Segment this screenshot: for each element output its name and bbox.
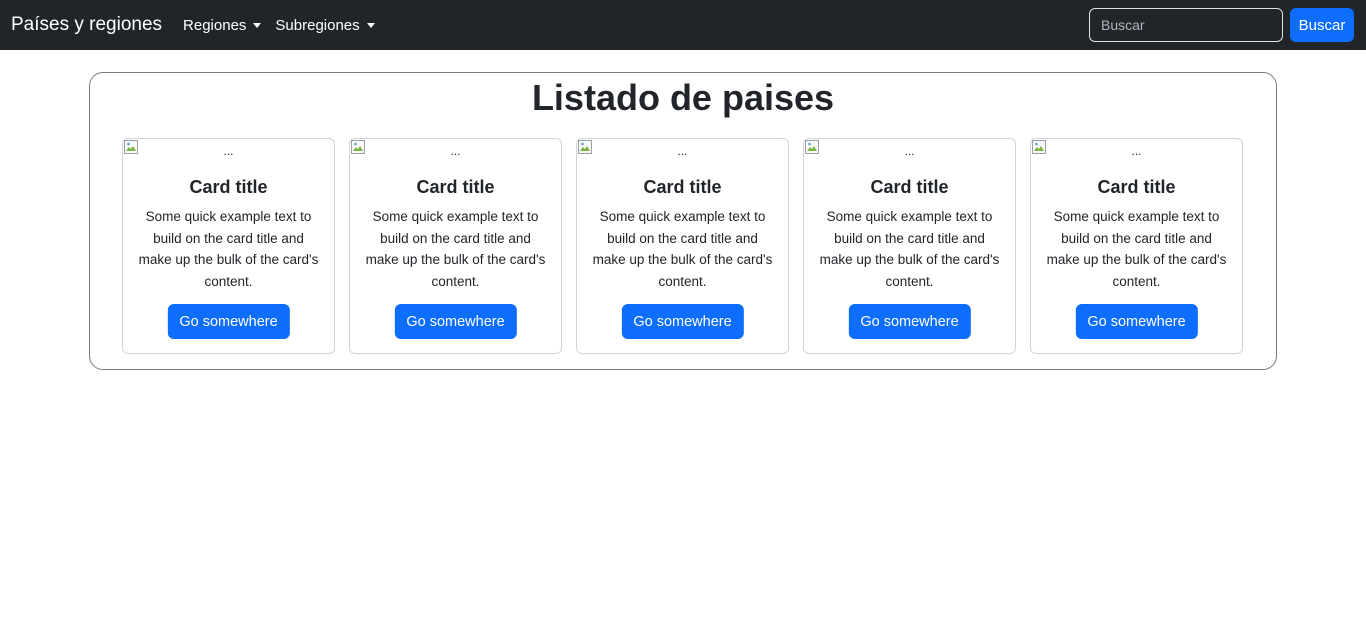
card-title: Card title [189,177,268,197]
navbar: Países y regiones Regiones Subregiones B… [0,0,1366,50]
caret-down-icon [366,22,375,28]
card-image-alt: ... [904,144,915,158]
go-somewhere-button[interactable]: Go somewhere [167,304,290,339]
page-title: Listado de paises [531,77,835,118]
card: ... Card title Some quick example text t… [122,138,335,354]
card-title: Card title [416,177,495,197]
card-text: Some quick example text to build on the … [819,209,1000,289]
card-image: ... [123,139,334,161]
go-somewhere-button[interactable]: Go somewhere [1075,304,1198,339]
card-list: ... Card title Some quick example text t… [122,138,1243,354]
card-text: Some quick example text to build on the … [592,209,773,289]
go-somewhere-button[interactable]: Go somewhere [621,304,744,339]
search-button[interactable]: Buscar [1290,8,1354,42]
card-text: Some quick example text to build on the … [365,209,546,289]
brand-link[interactable]: Países y regiones [11,14,162,36]
go-somewhere-button[interactable]: Go somewhere [394,304,517,339]
nav-dropdown-regiones[interactable]: Regiones [183,16,262,34]
nav-dropdown-subregiones[interactable]: Subregiones [275,16,375,34]
search-input[interactable] [1089,8,1283,42]
nav-dropdown-label: Subregiones [275,16,360,34]
country-list-panel: Listado de paises ... Card title Some qu… [89,72,1277,370]
card-image: ... [350,139,561,161]
card-title: Card title [1097,177,1176,197]
card: ... Card title Some quick example text t… [803,138,1016,354]
card-image: ... [1031,139,1242,161]
card: ... Card title Some quick example text t… [1030,138,1243,354]
nav-dropdown-label: Regiones [183,16,247,34]
card-image-alt: ... [450,144,461,158]
card-image-alt: ... [677,144,688,158]
go-somewhere-button[interactable]: Go somewhere [848,304,971,339]
search-form: Buscar [1089,8,1354,42]
caret-down-icon [253,22,262,28]
card-image: ... [804,139,1015,161]
card-text: Some quick example text to build on the … [1046,209,1227,289]
card-text: Some quick example text to build on the … [138,209,319,289]
card: ... Card title Some quick example text t… [576,138,789,354]
card-title: Card title [870,177,949,197]
card: ... Card title Some quick example text t… [349,138,562,354]
card-image: ... [577,139,788,161]
card-image-alt: ... [223,144,234,158]
card-title: Card title [643,177,722,197]
card-image-alt: ... [1131,144,1142,158]
